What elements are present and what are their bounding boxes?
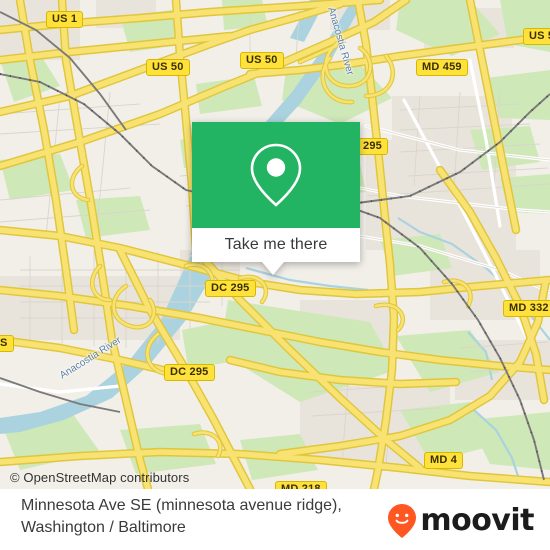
road-shield[interactable]: MD 459 bbox=[416, 59, 468, 76]
road-shield[interactable]: US 50 bbox=[146, 59, 190, 76]
road-shield[interactable]: S bbox=[0, 335, 14, 352]
osm-attribution[interactable]: © OpenStreetMap contributors bbox=[10, 470, 189, 485]
road-shield[interactable]: US 1 bbox=[46, 11, 84, 28]
footer-bar: Minnesota Ave SE (minnesota avenue ridge… bbox=[0, 489, 550, 550]
location-popup-card[interactable]: Take me there bbox=[192, 122, 360, 275]
moovit-wordmark: moovit bbox=[420, 503, 534, 538]
map-viewport[interactable]: US 1 US 50 US 50 US 5 MD 459 295 DC 295 … bbox=[0, 0, 550, 489]
moovit-brand[interactable]: moovit bbox=[387, 503, 534, 539]
location-pin-icon bbox=[250, 143, 302, 207]
location-title: Minnesota Ave SE (minnesota avenue ridge… bbox=[21, 495, 381, 539]
take-me-there-button[interactable]: Take me there bbox=[192, 228, 360, 262]
road-shield[interactable]: US 50 bbox=[240, 52, 284, 69]
road-shield[interactable]: MD 332 bbox=[503, 300, 550, 317]
moovit-pin-icon bbox=[388, 504, 417, 538]
road-shield[interactable]: MD 4 bbox=[424, 452, 464, 469]
popup-image-area bbox=[192, 122, 360, 228]
road-shield[interactable]: US 5 bbox=[523, 28, 550, 45]
road-shield[interactable]: MD 218 bbox=[275, 481, 327, 489]
location-title-line-1: Minnesota Ave SE (minnesota avenue ridge… bbox=[21, 497, 342, 514]
take-me-there-label: Take me there bbox=[224, 236, 328, 253]
popup-pointer-tail bbox=[262, 262, 284, 275]
moovit-map-share-card: US 1 US 50 US 50 US 5 MD 459 295 DC 295 … bbox=[0, 0, 550, 550]
road-shield[interactable]: DC 295 bbox=[205, 280, 256, 297]
location-title-line-2: Washington / Baltimore bbox=[21, 519, 186, 536]
road-shield[interactable]: DC 295 bbox=[164, 364, 215, 381]
road-shield[interactable]: 295 bbox=[357, 138, 388, 155]
